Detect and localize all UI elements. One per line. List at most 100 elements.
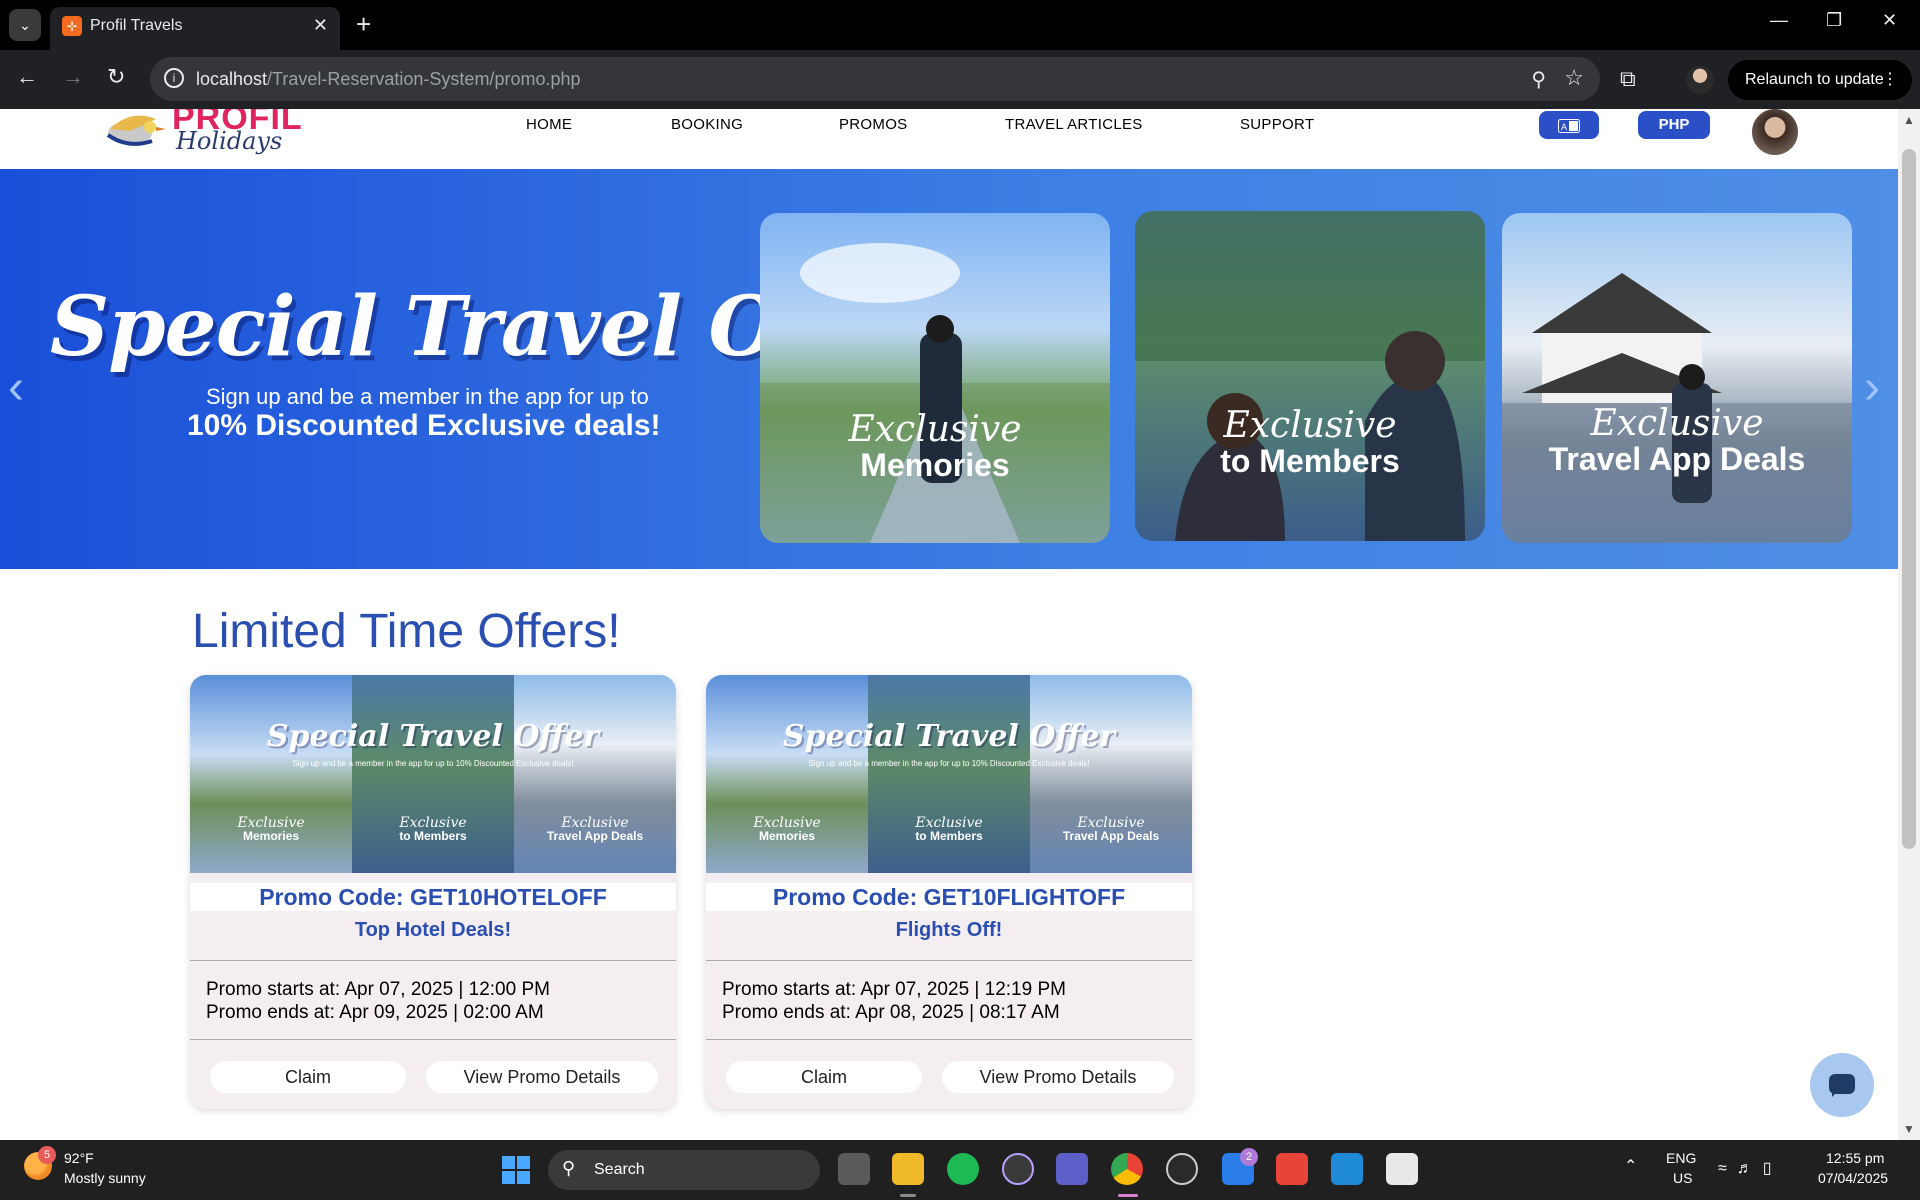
promo-end: Promo ends at: Apr 08, 2025 | 08:17 AM	[722, 1002, 1060, 1023]
bookmark-star-icon[interactable]: ☆	[1564, 65, 1584, 91]
promo-image-strip	[1030, 675, 1192, 873]
promo-image: Special Travel Offer Sign up and be a me…	[706, 675, 1192, 873]
promo-start: Promo starts at: Apr 07, 2025 | 12:00 PM	[206, 979, 550, 1000]
hero-card-photo	[760, 243, 1110, 543]
page-scrollbar[interactable]: ▲ ▼	[1898, 109, 1920, 1140]
browser-toolbar: ← → ↻ i localhost/Travel-Reservation-Sys…	[0, 50, 1920, 109]
keyboard-language[interactable]: ENG	[1666, 1150, 1696, 1166]
clock-date[interactable]: 07/04/2025	[1818, 1170, 1888, 1186]
wifi-volume-battery-icons[interactable]: ≈♬▯	[1718, 1158, 1782, 1178]
chat-button[interactable]	[1810, 1053, 1874, 1117]
promo-image-label-bold: Travel App Deals	[1062, 829, 1160, 843]
bird-logo-icon	[106, 115, 166, 146]
browser-tab[interactable]: ⊹ Profil Travels ✕	[50, 7, 340, 50]
nav-home[interactable]: HOME	[526, 116, 572, 133]
user-avatar[interactable]	[1750, 109, 1800, 157]
promo-divider	[190, 960, 676, 961]
task-view-icon[interactable]	[838, 1153, 870, 1185]
relaunch-button[interactable]: Relaunch to update ⋮	[1728, 60, 1912, 100]
tab-close-icon[interactable]: ✕	[313, 15, 328, 36]
promo-image-strip	[352, 675, 514, 873]
promo-image-label: Exclusive to Members	[352, 816, 514, 843]
hero-banner: ‹ Special Travel Offer Sign up and be a …	[0, 169, 1898, 569]
todo-badge: 2	[1240, 1148, 1258, 1166]
vscode-icon[interactable]	[1331, 1153, 1363, 1185]
teams-icon[interactable]	[1056, 1153, 1088, 1185]
promo-image-sub: Sign up and be a member in the app for u…	[292, 759, 574, 768]
promo-name: Flights Off!	[895, 919, 1003, 941]
site-logo[interactable]: PROFIL Holidays	[100, 109, 302, 161]
extensions-puzzle-icon[interactable]: ⧉	[1620, 66, 1636, 92]
forward-arrow-icon[interactable]: →	[62, 65, 84, 89]
scroll-thumb[interactable]	[1902, 149, 1916, 849]
zoom-magnifier-icon[interactable]: ⚲	[1531, 67, 1546, 92]
minimize-icon[interactable]: —	[1770, 10, 1788, 31]
back-arrow-icon[interactable]: ←	[16, 65, 38, 89]
translate-button[interactable]: A	[1539, 111, 1599, 139]
promo-divider	[190, 1039, 676, 1040]
spotify-icon[interactable]	[947, 1153, 979, 1185]
brand-sub: Holidays	[176, 127, 283, 155]
view-promo-details-button[interactable]: View Promo Details	[426, 1061, 658, 1093]
promo-image-label-bold: Memories	[242, 829, 300, 843]
promo-dates: Promo starts at: Apr 07, 2025 | 12:00 PM…	[206, 978, 550, 1024]
promo-image-label: Exclusive Memories	[706, 816, 868, 843]
windows-start-icon[interactable]	[502, 1156, 530, 1184]
more-menu-icon[interactable]: ⋮	[1882, 60, 1898, 100]
carousel-prev-arrow-icon[interactable]: ‹	[8, 364, 24, 412]
window-close-icon[interactable]: ✕	[1882, 10, 1897, 31]
reload-icon[interactable]: ↻	[107, 65, 125, 89]
hero-card-script: Exclusive	[1590, 403, 1764, 444]
chat-bubble-tail	[1832, 1091, 1838, 1097]
chrome-profile-avatar[interactable]	[1686, 66, 1714, 94]
wps-office-icon[interactable]	[1276, 1153, 1308, 1185]
promo-image-label-bold: to Members	[915, 829, 983, 843]
media-player-icon[interactable]	[1002, 1153, 1034, 1185]
clock-time[interactable]: 12:55 pm	[1826, 1150, 1884, 1166]
weather-temperature[interactable]: 92°F	[64, 1150, 94, 1166]
site-info-icon[interactable]: i	[164, 68, 184, 88]
view-promo-details-button[interactable]: View Promo Details	[942, 1061, 1174, 1093]
promo-end: Promo ends at: Apr 09, 2025 | 02:00 AM	[206, 1002, 544, 1023]
nav-promos[interactable]: PROMOS	[839, 116, 907, 133]
weather-description[interactable]: Mostly sunny	[64, 1170, 146, 1186]
promo-name: Top Hotel Deals!	[354, 919, 512, 941]
chatgpt-icon[interactable]	[1166, 1153, 1198, 1185]
nav-travel-articles[interactable]: TRAVEL ARTICLES	[1005, 116, 1143, 133]
section-title: Limited Time Offers!	[192, 605, 621, 658]
hero-card-memories: Exclusive Memories	[760, 213, 1110, 543]
taskbar-search[interactable]: ⚲ Search	[548, 1150, 820, 1190]
nav-support[interactable]: SUPPORT	[1240, 116, 1314, 133]
promo-code: Promo Code: GET10HOTELOFF	[190, 883, 676, 911]
hero-card-members: Exclusive to Members	[1135, 211, 1485, 541]
scroll-down-arrow-icon[interactable]: ▼	[1903, 1122, 1915, 1136]
restore-icon[interactable]: ❐	[1826, 10, 1842, 31]
chrome-icon[interactable]	[1111, 1153, 1143, 1185]
nav-booking[interactable]: BOOKING	[671, 116, 743, 133]
hero-card-script: Exclusive	[1223, 405, 1397, 446]
promo-dates: Promo starts at: Apr 07, 2025 | 12:19 PM…	[722, 978, 1066, 1024]
promo-image-strip	[868, 675, 1030, 873]
url-text[interactable]: localhost/Travel-Reservation-System/prom…	[196, 69, 581, 90]
promo-divider	[706, 1039, 1192, 1040]
promo-card: Special Travel Offer Sign up and be a me…	[706, 675, 1192, 1109]
new-tab-plus-icon[interactable]: +	[356, 10, 371, 38]
promo-image-sub: Sign up and be a member in the app for u…	[808, 759, 1090, 768]
hero-card-bold: to Members	[1220, 443, 1400, 479]
tab-search-chevron-icon[interactable]: ⌄	[9, 9, 41, 41]
carousel-next-arrow-icon[interactable]: ›	[1864, 364, 1880, 412]
file-explorer-icon[interactable]	[892, 1153, 924, 1185]
tray-overflow-chevron-icon[interactable]: ⌃	[1624, 1156, 1637, 1176]
keyboard-region[interactable]: US	[1673, 1170, 1692, 1186]
promo-image-label: Exclusive Travel App Deals	[1030, 816, 1192, 843]
relaunch-label: Relaunch to update	[1745, 71, 1884, 88]
address-bar[interactable]: i localhost/Travel-Reservation-System/pr…	[150, 57, 1600, 101]
snipping-tool-icon[interactable]	[1386, 1153, 1418, 1185]
claim-button[interactable]: Claim	[210, 1061, 406, 1093]
promo-image-label: Exclusive to Members	[868, 816, 1030, 843]
scroll-up-arrow-icon[interactable]: ▲	[1903, 113, 1915, 127]
claim-button[interactable]: Claim	[726, 1061, 922, 1093]
hero-card-bold: Travel App Deals	[1548, 441, 1806, 477]
app-running-indicator	[900, 1194, 916, 1197]
currency-button[interactable]: PHP	[1638, 111, 1710, 139]
